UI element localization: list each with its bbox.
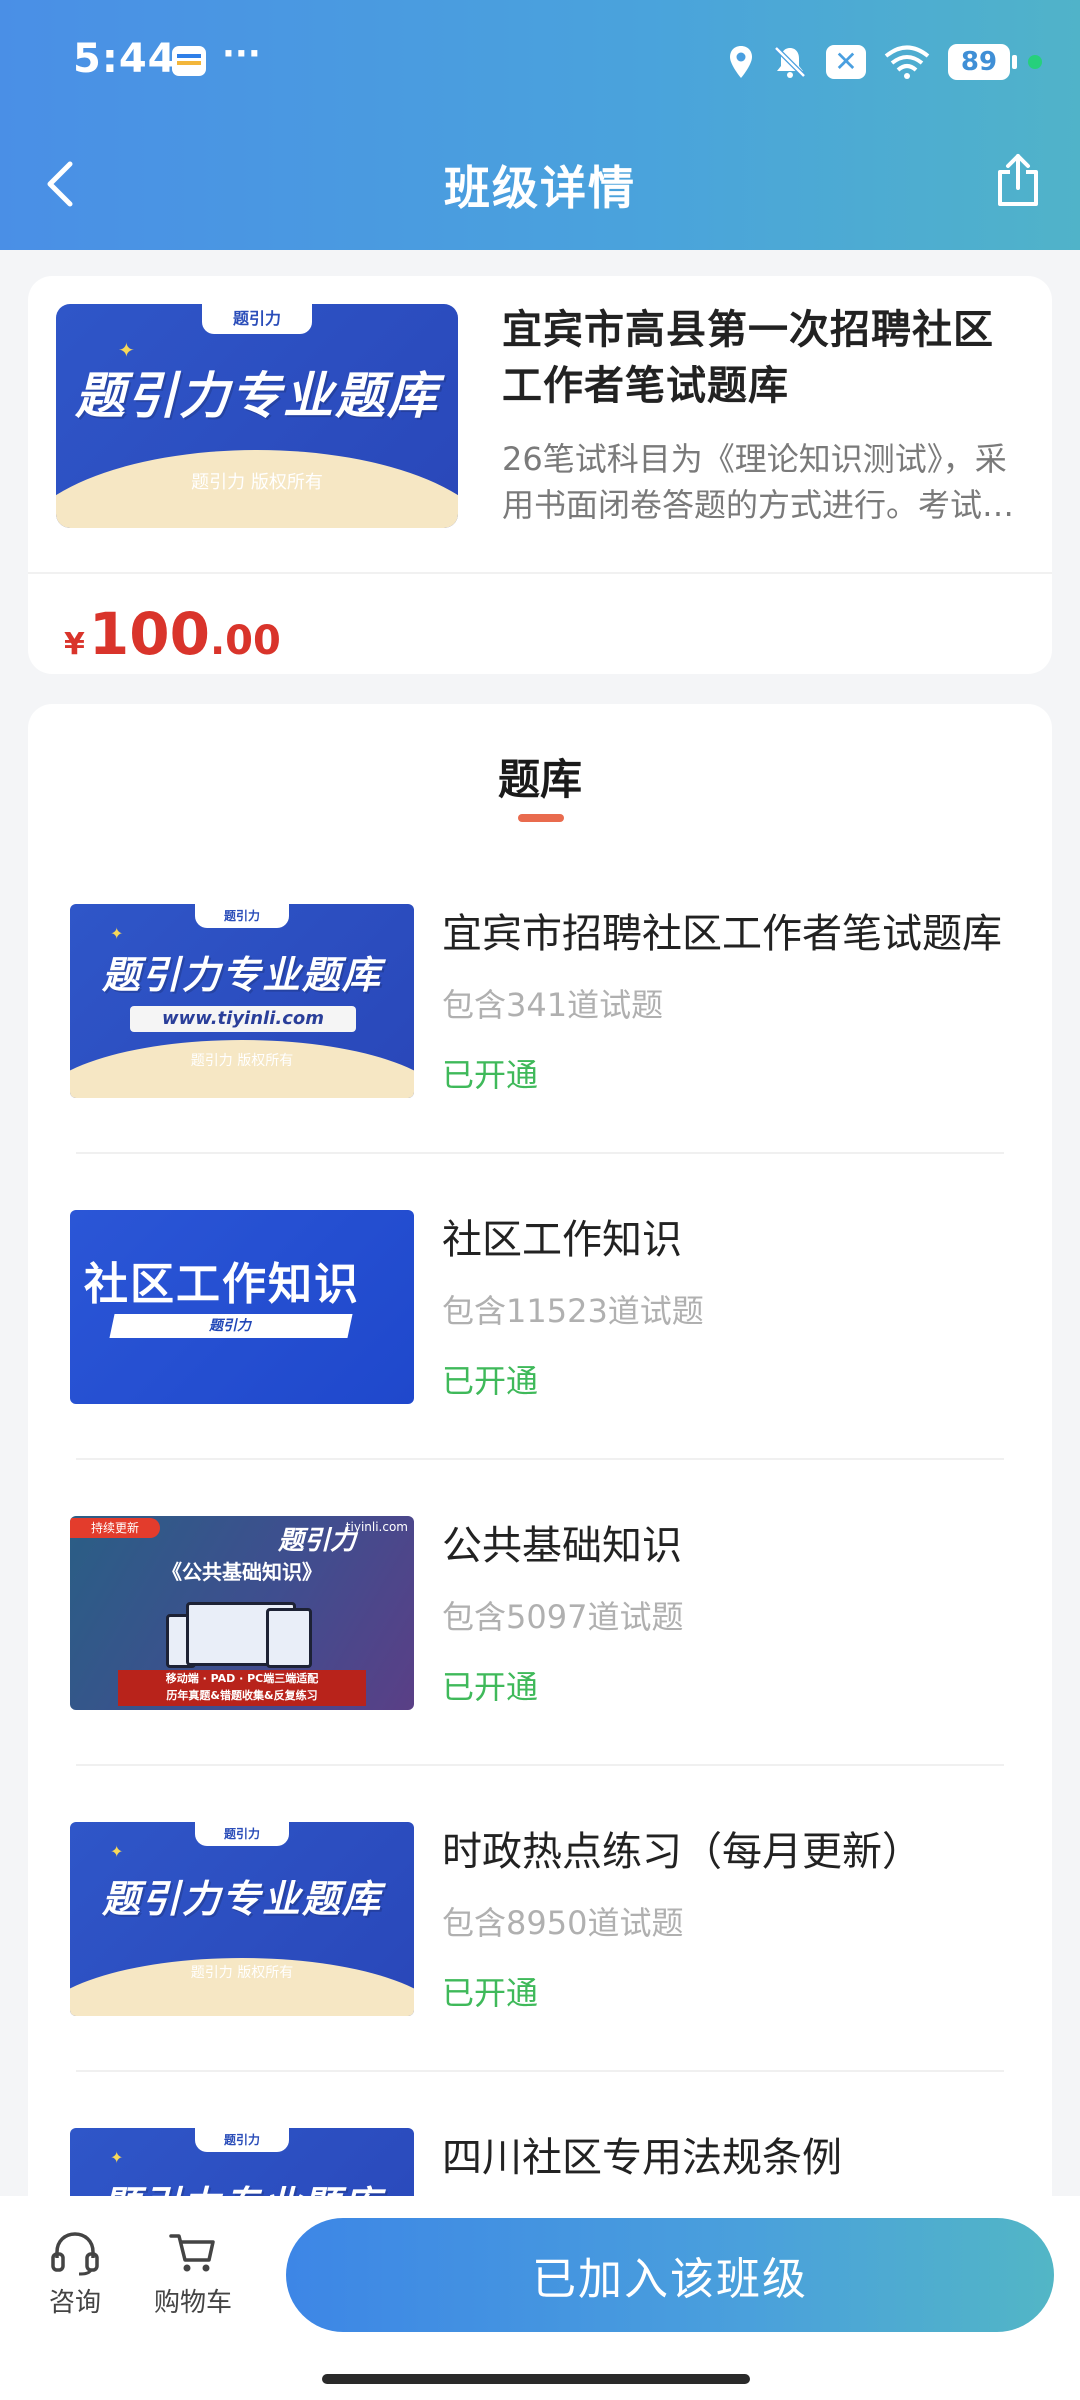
bank-cover-image: 持续更新 题引力 tiyinli.com 《公共基础知识》 移动端 · PAD … bbox=[70, 1516, 414, 1710]
home-indicator[interactable] bbox=[322, 2374, 750, 2384]
wifi-icon bbox=[884, 45, 930, 79]
battery-indicator: 89 bbox=[948, 44, 1017, 80]
bank-name: 宜宾市招聘社区工作者笔试题库 bbox=[442, 911, 1002, 957]
question-count: 包含5097道试题 bbox=[442, 1598, 684, 1636]
question-count: 包含11523道试题 bbox=[442, 1292, 704, 1330]
bank-cover-image: 社区工作知识 题引力 bbox=[70, 1210, 414, 1404]
cover-tab: 题引力 bbox=[195, 2128, 289, 2152]
course-description: 26笔试科目为《理论知识测试》，采用书面闭卷答题的方式进行。考试时间为120分钟… bbox=[502, 440, 1015, 524]
cart-icon bbox=[169, 2234, 215, 2272]
status-badge: 已开通 bbox=[442, 1056, 539, 1094]
sparkle-icon: ✦ bbox=[110, 1842, 124, 1861]
cover-subtitle: 题引力 bbox=[109, 1314, 353, 1338]
consult-label: 咨询 bbox=[48, 2288, 101, 2318]
status-time: 5:44 bbox=[73, 36, 177, 82]
app-header: 5:44 ··· ✕ 89 班级详情 bbox=[0, 0, 1080, 250]
cover-subtitle: 题引力 版权所有 bbox=[191, 472, 323, 493]
cover-title: 《公共基础知识》 bbox=[162, 1560, 322, 1584]
status-badge: 已开通 bbox=[442, 1974, 539, 2012]
course-title: 宜宾市高县第一次招聘社区工作者笔试题库 bbox=[502, 307, 994, 409]
tab-active-indicator bbox=[518, 814, 564, 822]
price-currency: ¥ bbox=[64, 627, 85, 662]
wallet-icon bbox=[172, 46, 206, 76]
share-icon[interactable] bbox=[994, 152, 1042, 208]
bank-list-item[interactable]: ✦ 题引力 题引力专业题库 www.tiyinli.com 题引力 版权所有 宜… bbox=[28, 904, 1052, 1210]
cover-feature-line: 移动端 · PAD · PC端三端适配 bbox=[165, 1672, 319, 1685]
status-badge: 已开通 bbox=[442, 1668, 539, 1706]
sparkle-icon: ✦ bbox=[110, 2148, 124, 2167]
cover-tab: 题引力 bbox=[195, 1822, 289, 1846]
course-cover-image: ✦ 题引力 题引力专业题库 题引力 版权所有 bbox=[56, 304, 458, 528]
bank-cover-image: ✦ 题引力 题引力专业题库 题引力 版权所有 bbox=[70, 1822, 414, 2016]
tab-question-bank[interactable]: 题库 bbox=[28, 746, 1052, 807]
bank-list-item[interactable]: 持续更新 题引力 tiyinli.com 《公共基础知识》 移动端 · PAD … bbox=[28, 1516, 1052, 1822]
cover-tab: 题引力 bbox=[195, 904, 289, 928]
headset-icon bbox=[51, 2232, 99, 2276]
cover-title: 社区工作知识 bbox=[84, 1259, 360, 1310]
bank-name: 时政热点练习（每月更新） bbox=[442, 1829, 922, 1875]
status-bar: 5:44 ··· ✕ 89 bbox=[0, 0, 1080, 125]
more-notifications-icon: ··· bbox=[222, 34, 261, 74]
bell-off-icon bbox=[774, 46, 806, 78]
status-icons: ✕ 89 bbox=[728, 42, 1042, 82]
bank-name: 公共基础知识 bbox=[442, 1523, 682, 1569]
bank-list-item[interactable]: 社区工作知识 题引力 社区工作知识 包含11523道试题 已开通 bbox=[28, 1210, 1052, 1516]
bank-cover-image: ✦ 题引力 题引力专业题库 www.tiyinli.com 题引力 版权所有 bbox=[70, 904, 414, 1098]
price-decimal: .00 bbox=[209, 618, 281, 664]
bank-list-item[interactable]: ✦ 题引力 题引力专业题库 题引力 版权所有 时政热点练习（每月更新） 包含89… bbox=[28, 1822, 1052, 2128]
cover-feature-bar: 移动端 · PAD · PC端三端适配 历年真题&错题收集&反复练习 bbox=[118, 1670, 366, 1706]
course-price: ¥ 100 .00 bbox=[64, 576, 281, 674]
cover-subtitle: 题引力 版权所有 bbox=[190, 1053, 294, 1069]
cover-tab: 题引力 bbox=[202, 304, 312, 334]
cover-feature-line: 历年真题&错题收集&反复练习 bbox=[166, 1689, 318, 1702]
cover-title: 题引力专业题库 bbox=[101, 1877, 382, 1921]
cover-title: 题引力专业题库 bbox=[75, 367, 439, 425]
consult-button[interactable]: 咨询 bbox=[30, 2230, 120, 2319]
divider bbox=[28, 572, 1052, 574]
question-bank-card: 题库 ✦ 题引力 题引力专业题库 www.tiyinli.com 题引力 版权所… bbox=[28, 704, 1052, 2322]
question-count: 包含341道试题 bbox=[442, 986, 664, 1024]
price-integer: 100 bbox=[88, 600, 210, 668]
divider bbox=[76, 2070, 1004, 2072]
question-count: 包含8950道试题 bbox=[442, 1904, 684, 1942]
cover-tag: 持续更新 bbox=[70, 1518, 160, 1538]
divider bbox=[76, 1764, 1004, 1766]
course-card: ✦ 题引力 题引力专业题库 题引力 版权所有 宜宾市高县第一次招聘社区工作者笔试… bbox=[28, 276, 1052, 674]
bottom-action-bar: 咨询 购物车 已加入该班级 bbox=[0, 2196, 1080, 2400]
cover-url: www.tiyinli.com bbox=[130, 1006, 356, 1032]
cover-logo: 题引力 bbox=[277, 1526, 356, 1556]
cover-title: 题引力专业题库 bbox=[101, 953, 382, 997]
bank-name: 社区工作知识 bbox=[442, 1217, 682, 1263]
bank-name: 四川社区专用法规条例 bbox=[442, 2135, 842, 2181]
charging-dot-icon bbox=[1028, 55, 1042, 69]
cart-button[interactable]: 购物车 bbox=[148, 2230, 238, 2319]
page-title: 班级详情 bbox=[444, 161, 636, 215]
joined-class-button[interactable]: 已加入该班级 bbox=[286, 2218, 1054, 2332]
cover-subtitle: 题引力 版权所有 bbox=[190, 1965, 294, 1981]
divider bbox=[76, 1458, 1004, 1460]
sparkle-icon: ✦ bbox=[110, 924, 124, 943]
cover-site: tiyinli.com bbox=[345, 1520, 408, 1534]
cart-label: 购物车 bbox=[153, 2288, 232, 2318]
location-icon bbox=[730, 46, 752, 78]
divider bbox=[76, 1152, 1004, 1154]
tablet-illustration bbox=[266, 1608, 312, 1668]
status-badge: 已开通 bbox=[442, 1362, 539, 1400]
close-badge-icon: ✕ bbox=[826, 45, 866, 79]
